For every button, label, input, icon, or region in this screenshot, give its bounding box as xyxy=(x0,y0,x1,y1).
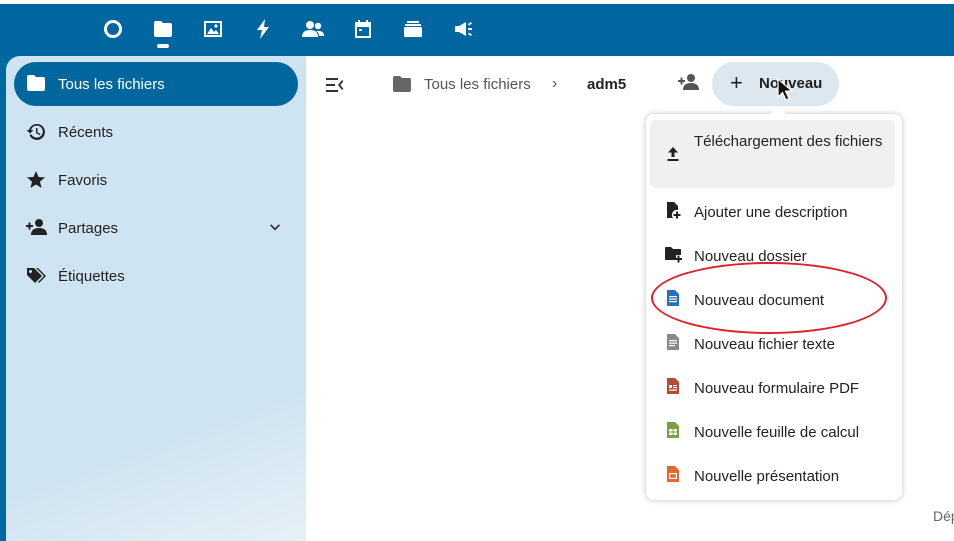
presentation-icon xyxy=(664,465,682,483)
chevron-right-icon: › xyxy=(552,75,558,92)
plus-icon: + xyxy=(730,70,743,95)
document-icon xyxy=(664,289,682,307)
announcements-icon[interactable] xyxy=(450,16,476,42)
new-menu: Téléchargement des fichiers Ajouter une … xyxy=(646,114,902,500)
menu-item-label: Nouveau document xyxy=(694,292,825,309)
menu-item-label: Nouvelle présentation xyxy=(694,468,840,485)
share-icon xyxy=(26,218,47,238)
breadcrumb-root[interactable]: Tous les fichiers xyxy=(424,76,531,93)
sidebar: Tous les fichiers Récents Favoris Partag… xyxy=(6,56,306,541)
share-folder-icon[interactable] xyxy=(678,73,700,95)
sidebar-item-favorites[interactable]: Favoris xyxy=(14,158,298,202)
files-icon[interactable] xyxy=(150,16,176,42)
sidebar-item-label: Étiquettes xyxy=(58,267,125,285)
sidebar-item-label: Partages xyxy=(58,219,119,237)
new-button[interactable]: + Nouveau xyxy=(712,62,839,106)
star-icon xyxy=(26,170,46,190)
dashboard-icon[interactable] xyxy=(100,16,126,42)
sidebar-item-label: Tous les fichiers xyxy=(58,75,165,93)
menu-item-label: Nouveau formulaire PDF xyxy=(694,380,860,397)
active-app-indicator xyxy=(157,44,169,48)
breadcrumb-current[interactable]: adm5 xyxy=(587,76,626,93)
spreadsheet-icon xyxy=(664,421,682,439)
menu-item-new-spreadsheet[interactable]: Nouvelle feuille de calcul xyxy=(650,408,895,452)
photos-icon[interactable] xyxy=(200,16,226,42)
menu-item-label: Ajouter une description xyxy=(694,204,848,221)
menu-item-new-text-file[interactable]: Nouveau fichier texte xyxy=(650,320,895,364)
footer-partial-text: Dép xyxy=(933,508,954,524)
sidebar-item-label: Récents xyxy=(58,123,114,141)
upload-icon xyxy=(664,145,682,163)
menu-item-new-pdf-form[interactable]: Nouveau formulaire PDF xyxy=(650,364,895,408)
file-add-icon xyxy=(664,201,682,219)
sidebar-item-label: Favoris xyxy=(58,171,108,189)
folder-icon xyxy=(26,74,46,94)
sidebar-item-all-files[interactable]: Tous les fichiers xyxy=(14,62,298,106)
menu-item-new-presentation[interactable]: Nouvelle présentation xyxy=(650,452,895,496)
toggle-navigation-icon[interactable] xyxy=(324,74,348,96)
folder-icon xyxy=(392,75,412,93)
history-icon xyxy=(26,122,46,142)
menu-item-label: Téléchargement des fichiers xyxy=(694,133,883,150)
menu-item-upload[interactable]: Téléchargement des fichiers xyxy=(650,120,895,188)
sidebar-item-shares[interactable]: Partages xyxy=(14,206,298,250)
menu-item-add-description[interactable]: Ajouter une description xyxy=(650,188,895,232)
activity-icon[interactable] xyxy=(250,16,276,42)
deck-icon[interactable] xyxy=(400,16,426,42)
folder-add-icon xyxy=(664,245,682,263)
mouse-cursor-icon xyxy=(777,77,795,102)
pdf-form-icon xyxy=(664,377,682,395)
text-file-icon xyxy=(664,333,682,351)
menu-item-new-document[interactable]: Nouveau document xyxy=(650,276,895,320)
menu-item-new-folder[interactable]: Nouveau dossier xyxy=(650,232,895,276)
menu-item-label: Nouvelle feuille de calcul xyxy=(694,424,860,441)
menu-arrow xyxy=(769,106,787,115)
tags-icon xyxy=(26,266,46,286)
chevron-down-icon[interactable] xyxy=(266,219,284,237)
top-header xyxy=(0,0,954,56)
calendar-icon[interactable] xyxy=(350,16,376,42)
top-border xyxy=(0,0,954,4)
menu-item-label: Nouveau dossier xyxy=(694,248,807,265)
sidebar-item-tags[interactable]: Étiquettes xyxy=(14,254,298,298)
menu-item-label: Nouveau fichier texte xyxy=(694,336,835,353)
contacts-icon[interactable] xyxy=(300,16,326,42)
sidebar-item-recent[interactable]: Récents xyxy=(14,110,298,154)
